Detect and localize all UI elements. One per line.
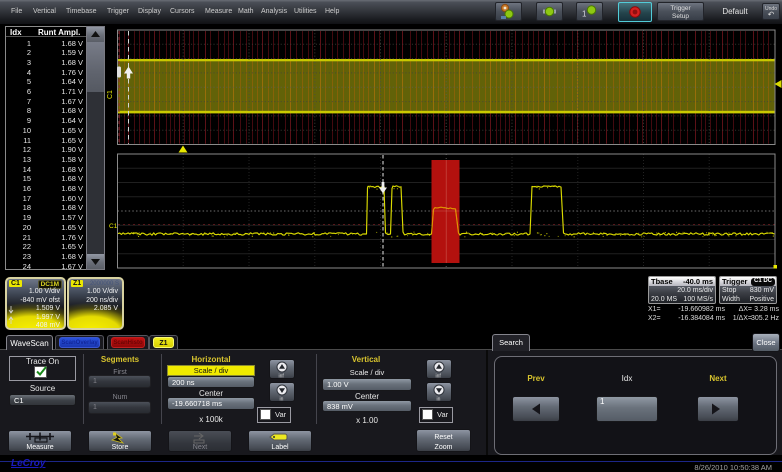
svg-text:Measure: Measure [26,444,53,451]
svg-text:C1: C1 [107,90,114,99]
svg-text:Next: Next [193,444,207,451]
svg-text:inf: inf [279,374,285,380]
svg-text:in: in [437,397,441,403]
svg-text:in: in [280,397,284,403]
svg-text:Label: Label [271,444,289,451]
svg-text:inf: inf [436,374,442,380]
svg-text:Store: Store [112,444,129,451]
svg-text:C1: C1 [109,223,118,230]
